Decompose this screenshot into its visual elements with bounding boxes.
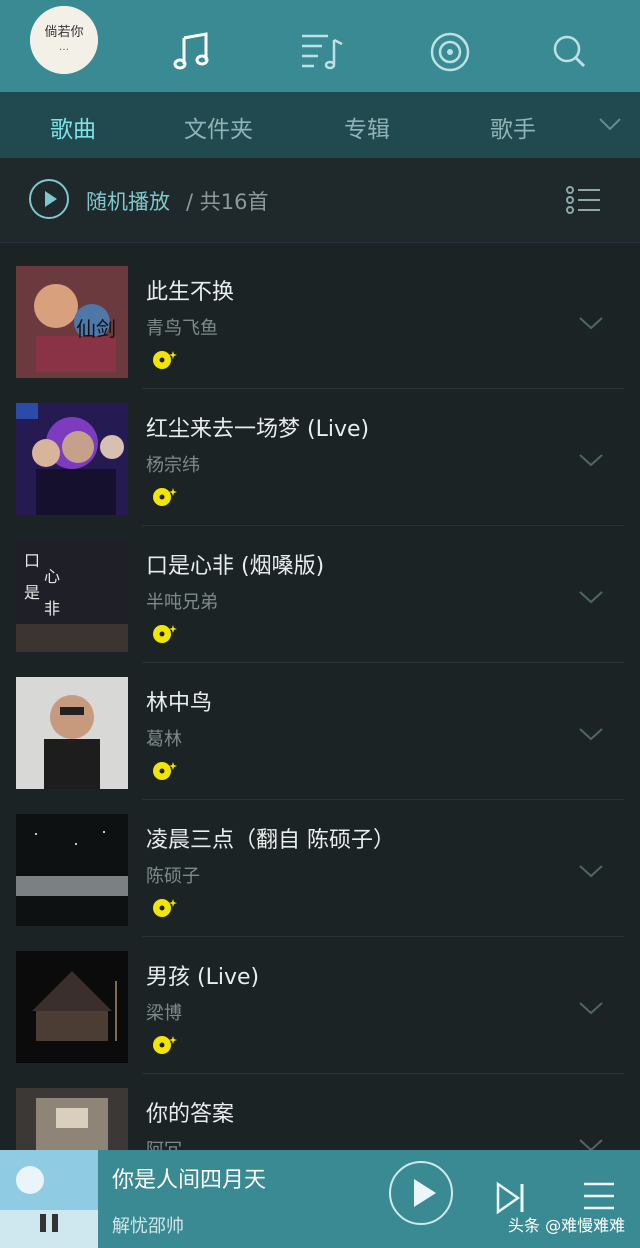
queue-icon[interactable] [582,1180,616,1212]
row-divider [142,662,624,663]
next-track-icon[interactable] [494,1180,528,1216]
song-count: / 共16首 [186,190,269,214]
tab-songs[interactable]: 歌曲 [50,110,96,144]
playlist-icon[interactable] [300,30,344,74]
tab-albums[interactable]: 专辑 [344,110,390,144]
tab-folders[interactable]: 文件夹 [184,110,253,144]
song-row[interactable]: 红尘来去一场梦 (Live) 杨宗纬 [0,403,640,540]
album-cover[interactable] [16,814,128,926]
chevron-down-icon[interactable] [578,314,604,332]
song-row[interactable]: 凌晨三点（翻自 陈硕子） 陈硕子 [0,814,640,951]
chevron-down-icon[interactable] [578,451,604,469]
chevron-down-icon[interactable] [578,999,604,1017]
now-playing-cover[interactable] [0,1150,98,1248]
song-title: 此生不换 [146,280,235,305]
row-divider [142,1073,624,1074]
song-title: 凌晨三点（翻自 陈硕子） [146,828,395,853]
song-title: 你的答案 [146,1102,235,1127]
song-artist: 半吨兄弟 [146,592,218,613]
song-artist: 葛林 [146,729,182,750]
song-row[interactable]: 林中鸟 葛林 [0,677,640,814]
play-all-icon[interactable] [28,178,70,220]
song-title: 口是心非 (烟嗓版) [146,554,325,579]
svg-text:心: 心 [44,567,60,586]
quality-badge-icon [153,1036,177,1054]
row-divider [142,936,624,937]
now-playing-artist: 解忧邵帅 [112,1216,184,1237]
song-artist: 青鸟飞鱼 [146,318,218,339]
avatar[interactable]: 倘若你 … [30,6,98,74]
play-button[interactable] [388,1160,454,1226]
svg-text:非: 非 [44,599,60,618]
quality-badge-icon [153,899,177,917]
chevron-down-icon[interactable] [578,725,604,743]
quality-badge-icon [153,625,177,643]
quality-badge-icon [153,351,177,369]
album-cover[interactable] [16,677,128,789]
quality-badge-icon [153,762,177,780]
row-divider [142,799,624,800]
song-row[interactable]: 仙剑 此生不换青鸟飞鱼 [0,266,640,403]
chevron-down-icon[interactable] [578,588,604,606]
song-row[interactable]: 男孩 (Live) 梁博 [0,951,640,1088]
song-title: 男孩 (Live) [146,965,260,990]
tab-artists[interactable]: 歌手 [490,110,536,144]
song-artist: 杨宗纬 [146,455,200,476]
album-cover[interactable] [16,403,128,515]
song-title: 红尘来去一场梦 (Live) [146,417,370,442]
svg-text:口: 口 [24,551,40,570]
shuffle-play-label[interactable]: 随机播放 [86,186,170,216]
svg-text:倘若你: 倘若你 [44,24,83,40]
chevron-down-icon[interactable] [598,116,622,132]
tab-bar: 歌曲 文件夹 专辑 歌手 [0,92,640,158]
search-icon[interactable] [548,30,592,74]
now-playing-title: 你是人间四月天 [112,1168,267,1193]
song-artist: 陈硕子 [146,866,200,887]
song-artist: 梁博 [146,1003,182,1024]
song-title: 林中鸟 [146,691,213,716]
svg-text:…: … [59,42,69,53]
row-divider [142,388,624,389]
list-mode-icon[interactable] [564,184,602,216]
album-cover[interactable]: 口是心非 [16,540,128,652]
song-row[interactable]: 口是心非口是心非 (烟嗓版) 半吨兄弟 [0,540,640,677]
svg-text:仙剑: 仙剑 [76,317,116,341]
album-cover[interactable]: 仙剑 [16,266,128,378]
album-cover[interactable] [16,951,128,1063]
music-note-icon[interactable] [172,30,216,74]
quality-badge-icon [153,488,177,506]
row-divider [142,525,624,526]
watermark: 头条 @难慢难难 [508,1216,626,1235]
chevron-down-icon[interactable] [578,862,604,880]
radio-icon[interactable] [428,30,472,74]
svg-text:是: 是 [24,583,40,602]
